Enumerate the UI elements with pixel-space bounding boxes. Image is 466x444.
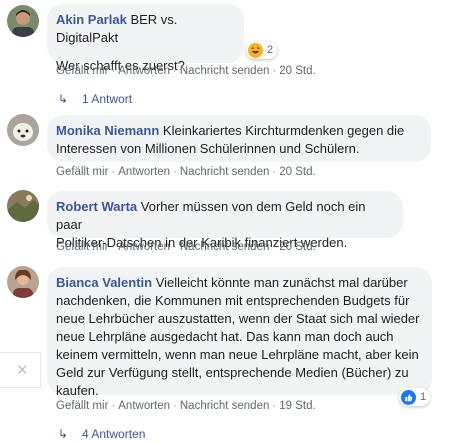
reply-link[interactable]: Antworten — [118, 241, 170, 253]
comment-text: Vielleicht könnte man zunächst mal darüb… — [155, 275, 408, 290]
comment-actions: Gefällt mir · Antworten · Nachricht senden · 1… — [56, 400, 316, 412]
author-name[interactable]: Akin Parlak — [56, 12, 127, 27]
reply-link[interactable]: Antworten — [118, 166, 170, 178]
timestamp[interactable]: 19 Std. — [279, 400, 315, 412]
comment-text: nachdenken, die Kommunen mit entsprechen… — [56, 293, 410, 308]
view-replies-link[interactable]: ↳ 1 Antwort — [58, 92, 132, 106]
avatar[interactable] — [7, 114, 39, 146]
like-link[interactable]: Gefällt mir — [56, 400, 108, 412]
comment-text: neue Lehrpläne ausgedacht hat. Das kann … — [56, 329, 394, 344]
author-name[interactable]: Bianca Valentin — [56, 275, 152, 290]
comment-text: keinem vermitteln, wenn man neue Lehrplä… — [56, 347, 419, 362]
comment-bubble: Monika Niemann Kleinkariertes Kirchturmd… — [47, 115, 431, 162]
like-link[interactable]: Gefällt mir — [56, 65, 108, 77]
comment-actions: Gefällt mir · Antworten · Nachricht senden · 2… — [56, 166, 316, 178]
reply-arrow-icon: ↳ — [58, 427, 69, 441]
like-link[interactable]: Gefällt mir — [56, 241, 108, 253]
like-reaction-icon — [401, 389, 416, 405]
timestamp[interactable]: 20 Std. — [279, 65, 315, 77]
close-icon[interactable]: ✕ — [16, 361, 29, 379]
view-replies-link[interactable]: ↳ 4 Antworten — [58, 427, 145, 441]
comment-bubble: Bianca Valentin Vielleicht könnte man zu… — [47, 267, 432, 398]
timestamp[interactable]: 20 Std. — [279, 241, 315, 253]
comment-actions: Gefällt mir · Antworten · Nachricht senden · 2… — [56, 65, 316, 77]
comment-text: kaufen. — [56, 383, 99, 398]
send-message-link[interactable]: Nachricht senden — [180, 400, 270, 412]
reply-arrow-icon: ↳ — [58, 92, 69, 106]
comment-text: Geld zur Verfügung stellt, entsprechende… — [56, 365, 409, 380]
reply-link[interactable]: Antworten — [118, 65, 170, 77]
timestamp[interactable]: 20 Std. — [279, 166, 315, 178]
author-name[interactable]: Robert Warta — [56, 199, 137, 214]
comment-actions: Gefällt mir · Antworten · Nachricht senden · 2… — [56, 241, 316, 253]
reaction-count[interactable]: 1 — [399, 388, 431, 406]
comment-text: Kleinkariertes Kirchturmdenken gegen die — [162, 123, 405, 138]
send-message-link[interactable]: Nachricht senden — [180, 241, 270, 253]
reply-link[interactable]: Antworten — [118, 400, 170, 412]
avatar[interactable] — [7, 190, 39, 222]
dismiss-panel: ✕ — [0, 352, 41, 388]
like-link[interactable]: Gefällt mir — [56, 166, 108, 178]
reaction-count[interactable]: 2 — [246, 41, 278, 59]
send-message-link[interactable]: Nachricht senden — [180, 166, 270, 178]
comment-text: Interessen von Millionen Schülerinnen un… — [56, 141, 360, 156]
send-message-link[interactable]: Nachricht senden — [180, 65, 270, 77]
comment-bubble: Robert Warta Vorher müssen von dem Geld … — [47, 191, 403, 250]
avatar[interactable] — [7, 266, 39, 298]
comment-bubble: Akin Parlak BER vs. DigitalPakt Wer scha… — [47, 4, 244, 73]
avatar[interactable] — [7, 5, 39, 37]
author-name[interactable]: Monika Niemann — [56, 123, 159, 138]
haha-reaction-icon — [248, 42, 263, 58]
comment-text: neue Lehrbücher auszustatten, wenn der S… — [56, 311, 420, 326]
